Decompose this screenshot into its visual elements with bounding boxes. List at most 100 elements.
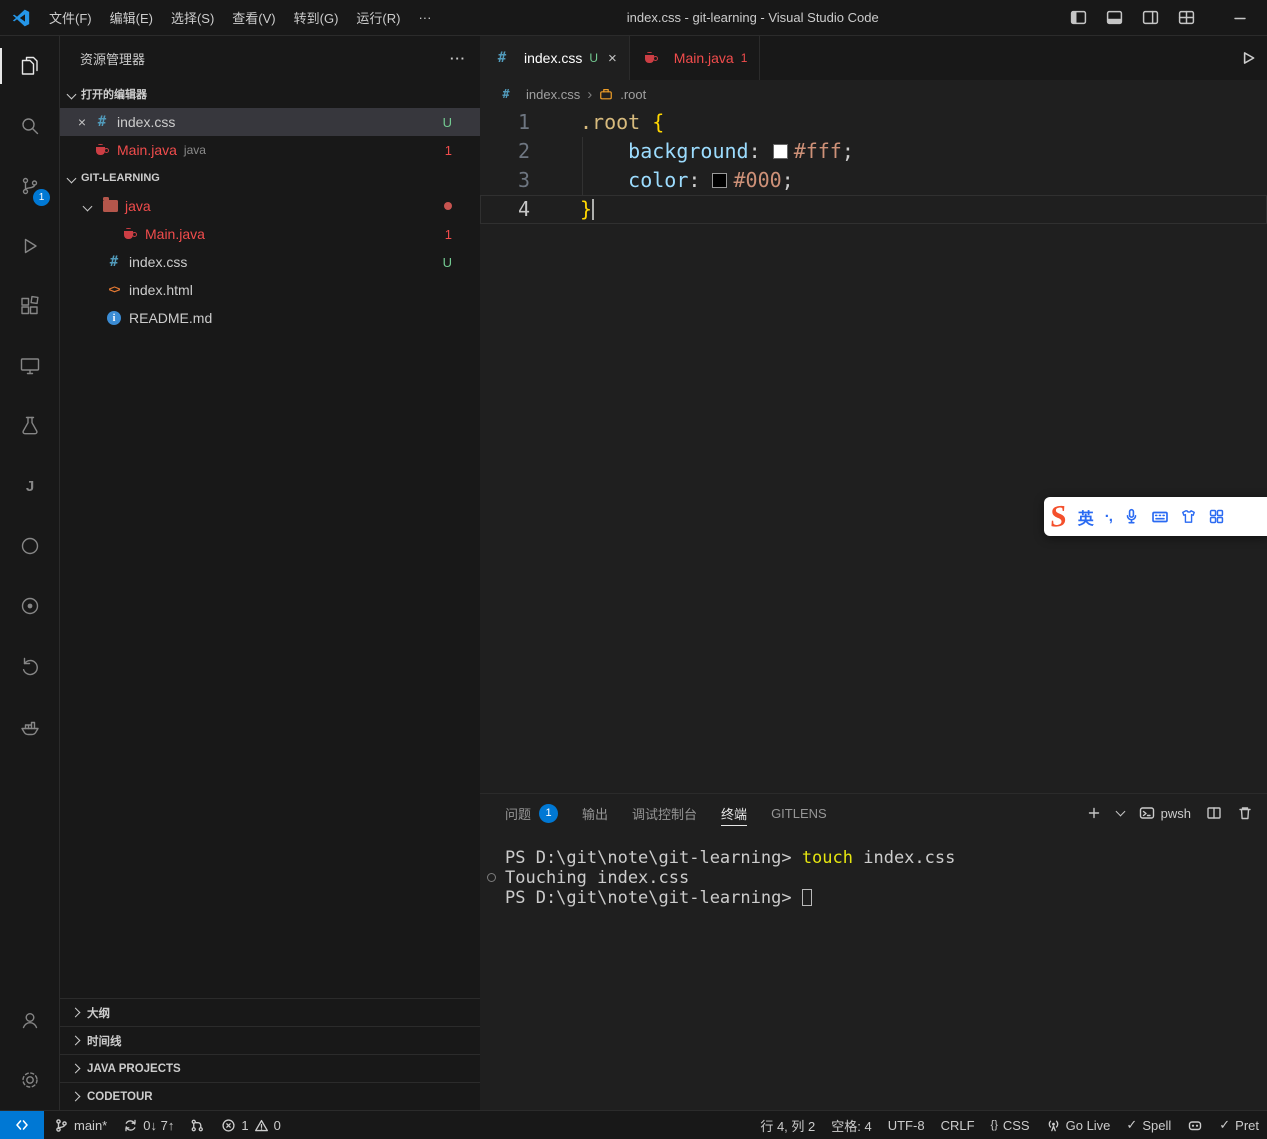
menu-run[interactable]: 运行(R) bbox=[347, 4, 409, 31]
ime-language-toggle[interactable]: 英 bbox=[1078, 505, 1094, 529]
menu-more-icon[interactable]: ··· bbox=[409, 6, 440, 29]
branch-name: main* bbox=[74, 1118, 107, 1133]
workspace-header[interactable]: GIT-LEARNING bbox=[60, 164, 480, 192]
prettier-status[interactable]: ✓ Pret bbox=[1211, 1111, 1267, 1139]
toggle-secondary-sidebar-icon[interactable] bbox=[1137, 5, 1163, 31]
color-swatch[interactable] bbox=[712, 173, 727, 188]
skin-shirt-icon[interactable] bbox=[1180, 508, 1197, 525]
tab-output[interactable]: 输出 bbox=[582, 794, 608, 832]
customize-layout-icon[interactable] bbox=[1173, 5, 1199, 31]
run-debug-icon[interactable] bbox=[0, 216, 59, 276]
toggle-panel-icon[interactable] bbox=[1101, 5, 1127, 31]
tab-indexcss[interactable]: # index.css U × bbox=[480, 36, 630, 80]
run-file-icon[interactable] bbox=[1239, 49, 1257, 67]
error-icon bbox=[221, 1118, 236, 1133]
timeline-section-header[interactable]: 时间线 bbox=[60, 1026, 480, 1054]
ship-icon[interactable] bbox=[0, 696, 59, 756]
terminal-content[interactable]: PS D:\git\note\git-learning> touch index… bbox=[480, 832, 1267, 908]
menu-file[interactable]: 文件(F) bbox=[40, 4, 101, 31]
code-line[interactable]: 3 color: #000; bbox=[480, 166, 1267, 195]
language-mode[interactable]: {} CSS bbox=[983, 1111, 1038, 1139]
menu-go[interactable]: 转到(G) bbox=[285, 4, 348, 31]
git-status-untracked: U bbox=[443, 115, 452, 130]
panel-tab-bar: 问题 1 输出 调试控制台 终端 GITLENS pwsh bbox=[480, 794, 1267, 832]
code-editor[interactable]: 1.root {2 background: #fff;3 color: #000… bbox=[480, 108, 1267, 793]
outline-section-header[interactable]: 大纲 bbox=[60, 998, 480, 1026]
shell-label: pwsh bbox=[1161, 806, 1191, 821]
git-graph-icon[interactable] bbox=[182, 1111, 213, 1139]
command-decoration-icon[interactable] bbox=[487, 873, 496, 882]
indentation-setting[interactable]: 空格: 4 bbox=[823, 1111, 879, 1139]
git-sync-status[interactable]: 0↓ 7↑ bbox=[115, 1111, 182, 1139]
new-terminal-icon[interactable] bbox=[1086, 805, 1102, 821]
tree-item-java-folder[interactable]: java bbox=[60, 192, 480, 220]
toolbox-grid-icon[interactable] bbox=[1208, 508, 1225, 525]
tab-mainjava[interactable]: Main.java 1 bbox=[630, 36, 761, 80]
letter-j-icon[interactable]: J bbox=[0, 456, 59, 516]
tree-item-mainjava[interactable]: Main.java 1 bbox=[60, 220, 480, 248]
explorer-files-icon[interactable] bbox=[0, 36, 59, 96]
menu-view[interactable]: 查看(V) bbox=[223, 4, 284, 31]
open-editor-item-indexcss[interactable]: × # index.css U bbox=[60, 108, 480, 136]
menu-selection[interactable]: 选择(S) bbox=[162, 4, 223, 31]
split-terminal-icon[interactable] bbox=[1206, 805, 1222, 821]
spell-checker-status[interactable]: ✓ Spell bbox=[1118, 1111, 1179, 1139]
cursor-position[interactable]: 行 4, 列 2 bbox=[752, 1111, 823, 1139]
color-swatch[interactable] bbox=[773, 144, 788, 159]
menu-edit[interactable]: 编辑(E) bbox=[101, 4, 162, 31]
line-number: 4 bbox=[480, 195, 552, 224]
curved-arrow-icon[interactable] bbox=[0, 636, 59, 696]
punctuation-icon[interactable]: ·, bbox=[1105, 508, 1112, 525]
chevron-down-icon[interactable] bbox=[1115, 807, 1125, 817]
remote-explorer-icon[interactable] bbox=[0, 336, 59, 396]
extensions-icon[interactable] bbox=[0, 276, 59, 336]
tab-terminal[interactable]: 终端 bbox=[721, 794, 747, 832]
open-editors-header[interactable]: 打开的编辑器 bbox=[60, 80, 480, 108]
account-icon[interactable] bbox=[0, 990, 59, 1050]
encoding-setting[interactable]: UTF-8 bbox=[880, 1111, 933, 1139]
code-line[interactable]: 2 background: #fff; bbox=[480, 137, 1267, 166]
problems-status[interactable]: 1 0 bbox=[213, 1111, 288, 1139]
tab-gitlens[interactable]: GITLENS bbox=[771, 794, 827, 832]
close-icon[interactable]: × bbox=[608, 50, 617, 67]
settings-gear-icon[interactable] bbox=[0, 1050, 59, 1110]
terminal-cursor bbox=[802, 889, 812, 906]
tab-problems[interactable]: 问题 1 bbox=[505, 794, 558, 832]
source-control-icon[interactable]: 1 bbox=[0, 156, 59, 216]
remote-indicator[interactable] bbox=[0, 1111, 44, 1139]
tab-debug-console[interactable]: 调试控制台 bbox=[632, 794, 697, 832]
search-icon[interactable] bbox=[0, 96, 59, 156]
css-file-icon: # bbox=[498, 87, 514, 101]
open-editor-label: index.css bbox=[117, 114, 175, 130]
section-label: JAVA PROJECTS bbox=[87, 1063, 181, 1075]
copilot-icon[interactable] bbox=[1179, 1111, 1211, 1139]
go-live-button[interactable]: Go Live bbox=[1038, 1111, 1119, 1139]
mic-icon[interactable] bbox=[1123, 508, 1140, 525]
tree-item-indexcss[interactable]: # index.css U bbox=[60, 248, 480, 276]
eol-setting[interactable]: CRLF bbox=[933, 1111, 983, 1139]
section-label: CODETOUR bbox=[87, 1091, 153, 1103]
code-line[interactable]: 4} bbox=[480, 195, 1267, 224]
open-editor-item-mainjava[interactable]: Main.java java 1 bbox=[60, 136, 480, 164]
codetour-section-header[interactable]: CODETOUR bbox=[60, 1082, 480, 1110]
close-icon[interactable]: × bbox=[72, 114, 92, 130]
terminal-instance-pwsh[interactable]: pwsh bbox=[1139, 805, 1191, 821]
toggle-sidebar-icon[interactable] bbox=[1065, 5, 1091, 31]
kill-terminal-trash-icon[interactable] bbox=[1237, 805, 1253, 821]
code-line[interactable]: 1.root { bbox=[480, 108, 1267, 137]
sogou-logo-icon[interactable]: S bbox=[1048, 501, 1068, 533]
breadcrumb-file[interactable]: index.css bbox=[526, 87, 580, 102]
keyboard-icon[interactable] bbox=[1151, 508, 1169, 526]
minimize-icon[interactable] bbox=[1227, 5, 1253, 31]
check-icon: ✓ bbox=[1126, 1117, 1137, 1133]
beaker-icon[interactable] bbox=[0, 396, 59, 456]
breadcrumb-symbol[interactable]: .root bbox=[620, 87, 646, 102]
tree-item-indexhtml[interactable]: <> index.html bbox=[60, 276, 480, 304]
views-more-icon[interactable]: ··· bbox=[450, 51, 466, 66]
git-branch-status[interactable]: main* bbox=[46, 1111, 115, 1139]
target-icon[interactable] bbox=[0, 576, 59, 636]
java-projects-section-header[interactable]: JAVA PROJECTS bbox=[60, 1054, 480, 1082]
circle-icon[interactable] bbox=[0, 516, 59, 576]
tree-item-readme[interactable]: i README.md bbox=[60, 304, 480, 332]
git-branch-icon bbox=[54, 1118, 69, 1133]
